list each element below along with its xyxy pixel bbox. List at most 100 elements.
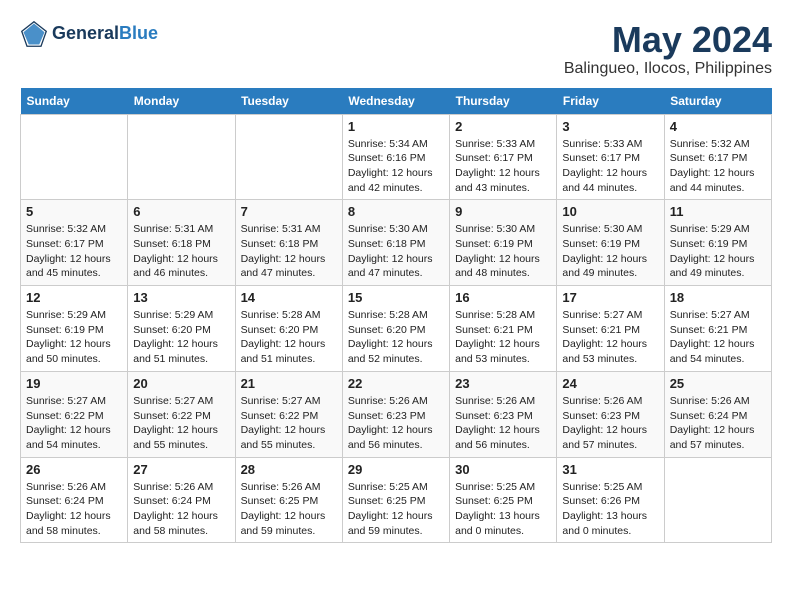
calendar-cell: 5Sunrise: 5:32 AM Sunset: 6:17 PM Daylig… bbox=[21, 200, 128, 286]
day-number: 31 bbox=[562, 462, 658, 477]
day-number: 8 bbox=[348, 204, 444, 219]
month-title: May 2024 bbox=[564, 20, 772, 60]
day-number: 11 bbox=[670, 204, 766, 219]
calendar-cell: 25 Sunrise: 5:26 AM Sunset: 6:24 PM Dayli… bbox=[664, 371, 771, 457]
day-info: Sunrise: 5:29 AM Sunset: 6:20 PM Dayligh… bbox=[133, 308, 229, 367]
day-info: Sunrise: 5:26 AM Sunset: 6:24 PM Dayligh… bbox=[26, 480, 122, 539]
day-number: 19 bbox=[26, 376, 122, 391]
calendar-table: SundayMondayTuesdayWednesdayThursdayFrid… bbox=[20, 88, 772, 544]
weekday-header: Sunday bbox=[21, 88, 128, 115]
day-info: Sunrise: 5:26 AM Sunset: 6:23 PM Dayligh… bbox=[455, 394, 551, 453]
calendar-cell: 19 Sunrise: 5:27 AM Sunset: 6:22 PM Dayli… bbox=[21, 371, 128, 457]
day-info: Sunrise: 5:26 AM Sunset: 6:24 PM Dayligh… bbox=[670, 394, 766, 453]
calendar-week-row: 1 Sunrise: 5:34 AM Sunset: 6:16 PM Daylig… bbox=[21, 114, 772, 200]
logo-text: GeneralBlue bbox=[52, 24, 158, 44]
day-number: 15 bbox=[348, 290, 444, 305]
day-info: Sunrise: 5:26 AM Sunset: 6:24 PM Dayligh… bbox=[133, 480, 229, 539]
day-info: Sunrise: 5:25 AM Sunset: 6:26 PM Dayligh… bbox=[562, 480, 658, 539]
day-number: 30 bbox=[455, 462, 551, 477]
day-number: 26 bbox=[26, 462, 122, 477]
day-info: Sunrise: 5:30 AM Sunset: 6:18 PM Dayligh… bbox=[348, 222, 444, 281]
calendar-cell: 24Sunrise: 5:26 AM Sunset: 6:23 PM Dayli… bbox=[557, 371, 664, 457]
day-number: 4 bbox=[670, 119, 766, 134]
day-info: Sunrise: 5:32 AM Sunset: 6:17 PM Dayligh… bbox=[670, 137, 766, 196]
day-number: 23 bbox=[455, 376, 551, 391]
day-info: Sunrise: 5:25 AM Sunset: 6:25 PM Dayligh… bbox=[455, 480, 551, 539]
day-number: 28 bbox=[241, 462, 337, 477]
logo-blue: Blue bbox=[119, 23, 158, 43]
calendar-cell: 13 Sunrise: 5:29 AM Sunset: 6:20 PM Dayli… bbox=[128, 286, 235, 372]
calendar-cell: 27 Sunrise: 5:26 AM Sunset: 6:24 PM Dayli… bbox=[128, 457, 235, 543]
weekday-header: Saturday bbox=[664, 88, 771, 115]
calendar-cell: 8 Sunrise: 5:30 AM Sunset: 6:18 PM Daylig… bbox=[342, 200, 449, 286]
day-number: 6 bbox=[133, 204, 229, 219]
calendar-cell: 7 Sunrise: 5:31 AM Sunset: 6:18 PM Daylig… bbox=[235, 200, 342, 286]
day-info: Sunrise: 5:29 AM Sunset: 6:19 PM Dayligh… bbox=[670, 222, 766, 281]
location-subtitle: Balingueo, Ilocos, Philippines bbox=[564, 60, 772, 78]
day-number: 21 bbox=[241, 376, 337, 391]
day-info: Sunrise: 5:27 AM Sunset: 6:21 PM Dayligh… bbox=[670, 308, 766, 367]
day-number: 17 bbox=[562, 290, 658, 305]
day-info: Sunrise: 5:29 AM Sunset: 6:19 PM Dayligh… bbox=[26, 308, 122, 367]
calendar-cell bbox=[128, 114, 235, 200]
day-number: 27 bbox=[133, 462, 229, 477]
day-number: 1 bbox=[348, 119, 444, 134]
day-info: Sunrise: 5:27 AM Sunset: 6:22 PM Dayligh… bbox=[241, 394, 337, 453]
day-info: Sunrise: 5:27 AM Sunset: 6:21 PM Dayligh… bbox=[562, 308, 658, 367]
day-info: Sunrise: 5:33 AM Sunset: 6:17 PM Dayligh… bbox=[455, 137, 551, 196]
day-number: 2 bbox=[455, 119, 551, 134]
calendar-cell: 29Sunrise: 5:25 AM Sunset: 6:25 PM Dayli… bbox=[342, 457, 449, 543]
calendar-cell: 28Sunrise: 5:26 AM Sunset: 6:25 PM Dayli… bbox=[235, 457, 342, 543]
day-number: 13 bbox=[133, 290, 229, 305]
calendar-cell: 3Sunrise: 5:33 AM Sunset: 6:17 PM Daylig… bbox=[557, 114, 664, 200]
calendar-cell: 11 Sunrise: 5:29 AM Sunset: 6:19 PM Dayli… bbox=[664, 200, 771, 286]
day-info: Sunrise: 5:28 AM Sunset: 6:20 PM Dayligh… bbox=[348, 308, 444, 367]
calendar-week-row: 26 Sunrise: 5:26 AM Sunset: 6:24 PM Dayli… bbox=[21, 457, 772, 543]
calendar-cell bbox=[21, 114, 128, 200]
day-number: 10 bbox=[562, 204, 658, 219]
calendar-cell: 18 Sunrise: 5:27 AM Sunset: 6:21 PM Dayli… bbox=[664, 286, 771, 372]
day-info: Sunrise: 5:31 AM Sunset: 6:18 PM Dayligh… bbox=[241, 222, 337, 281]
day-number: 18 bbox=[670, 290, 766, 305]
day-number: 7 bbox=[241, 204, 337, 219]
day-number: 3 bbox=[562, 119, 658, 134]
day-info: Sunrise: 5:28 AM Sunset: 6:20 PM Dayligh… bbox=[241, 308, 337, 367]
calendar-cell: 23 Sunrise: 5:26 AM Sunset: 6:23 PM Dayli… bbox=[450, 371, 557, 457]
calendar-cell: 26 Sunrise: 5:26 AM Sunset: 6:24 PM Dayli… bbox=[21, 457, 128, 543]
calendar-week-row: 12Sunrise: 5:29 AM Sunset: 6:19 PM Dayli… bbox=[21, 286, 772, 372]
calendar-cell: 9Sunrise: 5:30 AM Sunset: 6:19 PM Daylig… bbox=[450, 200, 557, 286]
calendar-cell: 16Sunrise: 5:28 AM Sunset: 6:21 PM Dayli… bbox=[450, 286, 557, 372]
page-header: GeneralBlue May 2024 Balingueo, Ilocos, … bbox=[20, 20, 772, 78]
calendar-cell: 21 Sunrise: 5:27 AM Sunset: 6:22 PM Dayli… bbox=[235, 371, 342, 457]
logo-icon bbox=[20, 20, 48, 48]
calendar-cell: 1 Sunrise: 5:34 AM Sunset: 6:16 PM Daylig… bbox=[342, 114, 449, 200]
day-info: Sunrise: 5:28 AM Sunset: 6:21 PM Dayligh… bbox=[455, 308, 551, 367]
calendar-cell: 31 Sunrise: 5:25 AM Sunset: 6:26 PM Dayli… bbox=[557, 457, 664, 543]
day-number: 14 bbox=[241, 290, 337, 305]
logo: GeneralBlue bbox=[20, 20, 158, 48]
day-number: 22 bbox=[348, 376, 444, 391]
day-info: Sunrise: 5:26 AM Sunset: 6:23 PM Dayligh… bbox=[562, 394, 658, 453]
day-info: Sunrise: 5:27 AM Sunset: 6:22 PM Dayligh… bbox=[133, 394, 229, 453]
calendar-cell: 10 Sunrise: 5:30 AM Sunset: 6:19 PM Dayli… bbox=[557, 200, 664, 286]
calendar-cell: 4 Sunrise: 5:32 AM Sunset: 6:17 PM Daylig… bbox=[664, 114, 771, 200]
day-info: Sunrise: 5:30 AM Sunset: 6:19 PM Dayligh… bbox=[562, 222, 658, 281]
day-number: 29 bbox=[348, 462, 444, 477]
day-info: Sunrise: 5:34 AM Sunset: 6:16 PM Dayligh… bbox=[348, 137, 444, 196]
day-info: Sunrise: 5:31 AM Sunset: 6:18 PM Dayligh… bbox=[133, 222, 229, 281]
weekday-header: Monday bbox=[128, 88, 235, 115]
weekday-header: Friday bbox=[557, 88, 664, 115]
calendar-cell: 17 Sunrise: 5:27 AM Sunset: 6:21 PM Dayli… bbox=[557, 286, 664, 372]
day-number: 5 bbox=[26, 204, 122, 219]
calendar-cell: 20Sunrise: 5:27 AM Sunset: 6:22 PM Dayli… bbox=[128, 371, 235, 457]
day-number: 9 bbox=[455, 204, 551, 219]
calendar-cell: 15 Sunrise: 5:28 AM Sunset: 6:20 PM Dayli… bbox=[342, 286, 449, 372]
calendar-week-row: 19 Sunrise: 5:27 AM Sunset: 6:22 PM Dayli… bbox=[21, 371, 772, 457]
day-info: Sunrise: 5:27 AM Sunset: 6:22 PM Dayligh… bbox=[26, 394, 122, 453]
calendar-cell: 2 Sunrise: 5:33 AM Sunset: 6:17 PM Daylig… bbox=[450, 114, 557, 200]
weekday-header: Wednesday bbox=[342, 88, 449, 115]
calendar-cell: 30 Sunrise: 5:25 AM Sunset: 6:25 PM Dayli… bbox=[450, 457, 557, 543]
weekday-header: Thursday bbox=[450, 88, 557, 115]
day-number: 25 bbox=[670, 376, 766, 391]
calendar-cell: 12Sunrise: 5:29 AM Sunset: 6:19 PM Dayli… bbox=[21, 286, 128, 372]
